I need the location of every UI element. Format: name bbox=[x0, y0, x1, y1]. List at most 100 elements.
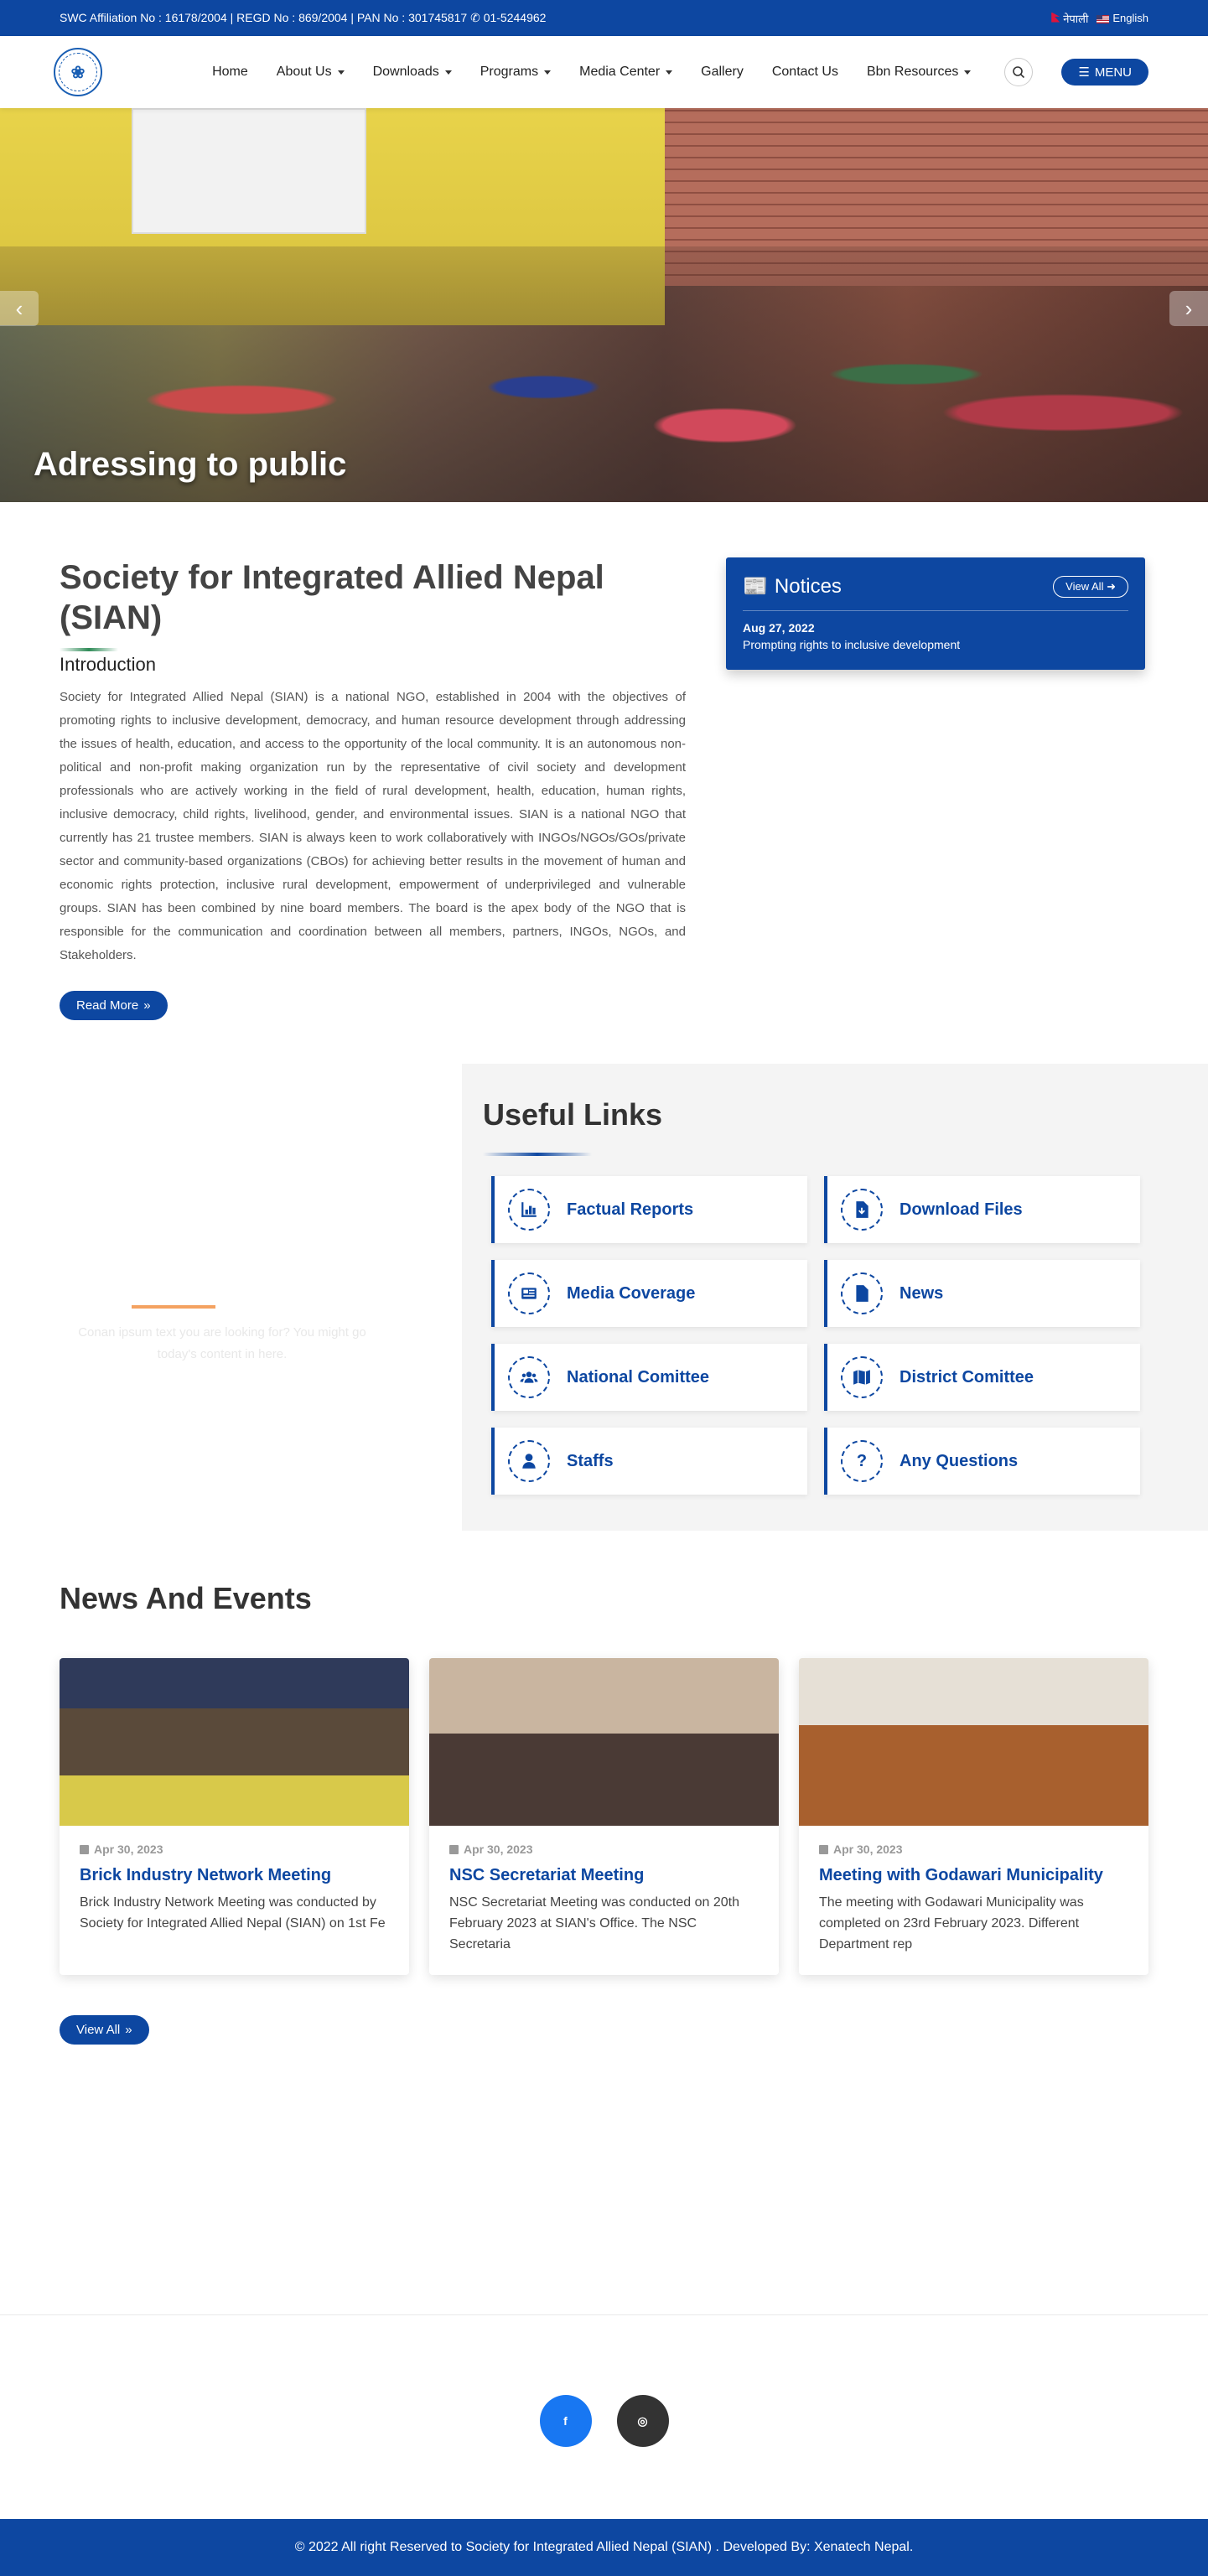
link-label: District Comittee bbox=[900, 1367, 1034, 1386]
social-links: f ◎ bbox=[0, 2395, 1208, 2447]
link-any-questions[interactable]: ? Any Questions bbox=[824, 1428, 1140, 1495]
notices-header: 📰 Notices View All ➜ bbox=[743, 574, 1128, 611]
nav-item-bbn-resources[interactable]: Bbn Resources bbox=[867, 65, 971, 80]
nav-item-about-us[interactable]: About Us bbox=[277, 65, 345, 80]
news-title: News And Events bbox=[60, 1581, 312, 1615]
link-label: Media Coverage bbox=[567, 1283, 696, 1303]
file-download-icon bbox=[841, 1189, 883, 1231]
news-card[interactable]: Apr 30, 2023 NSC Secretariat Meeting NSC… bbox=[429, 1658, 779, 1975]
registration-text: SWC Affiliation No : 16178/2004 | REGD N… bbox=[60, 11, 468, 24]
link-label: Any Questions bbox=[900, 1451, 1019, 1470]
notices-panel: 📰 Notices View All ➜ Aug 27, 2022 Prompt… bbox=[726, 557, 1145, 670]
hero-photo-banner bbox=[132, 108, 366, 234]
notice-item[interactable]: Aug 27, 2022 Prompting rights to inclusi… bbox=[743, 621, 1128, 651]
phone-icon: ✆ bbox=[470, 11, 480, 24]
view-all-label: View All bbox=[76, 2023, 121, 2037]
links-left-panel: Conan ipsum text you are looking for? Yo… bbox=[0, 1064, 462, 1531]
link-label: Staffs bbox=[567, 1451, 614, 1470]
question-icon: ? bbox=[841, 1440, 883, 1482]
nav-item-gallery[interactable]: Gallery bbox=[701, 65, 744, 80]
copyright-text: © 2022 All right Reserved to Society for… bbox=[294, 2540, 914, 2554]
search-button[interactable] bbox=[1004, 58, 1034, 86]
news-excerpt: NSC Secretariat Meeting was conducted on… bbox=[449, 1895, 739, 1951]
useful-links-underline bbox=[483, 1153, 592, 1156]
intro-subtitle: Introduction bbox=[60, 654, 156, 675]
hamburger-icon: ☰ bbox=[1078, 65, 1090, 80]
calendar-icon bbox=[80, 1844, 89, 1854]
menu-button[interactable]: ☰ MENU bbox=[1061, 59, 1148, 86]
intro-body: Society for Integrated Allied Nepal (SIA… bbox=[60, 690, 686, 962]
link-label: Download Files bbox=[900, 1200, 1023, 1219]
nav-item-programs[interactable]: Programs bbox=[480, 65, 551, 80]
news-excerpt: Brick Industry Network Meeting was condu… bbox=[80, 1895, 386, 1931]
language-switcher: नेपाली English bbox=[1051, 11, 1148, 26]
read-more-button[interactable]: Read More » bbox=[60, 991, 168, 1020]
search-icon bbox=[1013, 66, 1025, 79]
notice-date: Aug 27, 2022 bbox=[743, 621, 815, 635]
link-media-coverage[interactable]: Media Coverage bbox=[491, 1260, 807, 1327]
slider-next-button[interactable]: › bbox=[1169, 291, 1208, 326]
double-chevron-right-icon: » bbox=[143, 998, 151, 1013]
instagram-icon: ◎ bbox=[637, 2413, 648, 2428]
link-news[interactable]: News bbox=[824, 1260, 1140, 1327]
link-download-files[interactable]: Download Files bbox=[824, 1176, 1140, 1243]
intro-content: Society for Integrated Allied Nepal (SIA… bbox=[60, 557, 686, 1020]
arrow-right-icon: ➜ bbox=[1107, 579, 1116, 593]
news-excerpt: The meeting with Godawari Municipality w… bbox=[819, 1895, 1084, 1951]
nav-item-contact-us[interactable]: Contact Us bbox=[772, 65, 838, 80]
notices-view-all-button[interactable]: View All ➜ bbox=[1053, 575, 1128, 598]
main-navbar: ❀ Home About Us Downloads Programs Media… bbox=[0, 36, 1208, 108]
hero-slider: Adressing to public ‹ › bbox=[0, 108, 1208, 502]
link-factual-reports[interactable]: Factual Reports bbox=[491, 1176, 807, 1243]
menu-label: MENU bbox=[1094, 65, 1132, 80]
facebook-button[interactable]: f bbox=[539, 2395, 592, 2447]
news-image bbox=[60, 1658, 409, 1826]
notices-title: 📰 Notices bbox=[743, 574, 842, 599]
logo-emblem-icon: ❀ bbox=[70, 63, 86, 82]
slider-prev-button[interactable]: ‹ bbox=[0, 291, 39, 326]
useful-links-title: Useful Links bbox=[483, 1097, 663, 1132]
link-staffs[interactable]: Staffs bbox=[491, 1428, 807, 1495]
link-label: Factual Reports bbox=[567, 1200, 694, 1219]
news-section: News And Events Apr 30, 2023 Brick Indus… bbox=[0, 1531, 1208, 2045]
site-logo[interactable]: ❀ bbox=[54, 48, 102, 96]
placeholder-text: Conan ipsum text you are looking for? Yo… bbox=[78, 1325, 366, 1361]
nav-item-media-center[interactable]: Media Center bbox=[579, 65, 672, 80]
news-card[interactable]: Apr 30, 2023 Meeting with Godawari Munic… bbox=[799, 1658, 1148, 1975]
link-district-comittee[interactable]: District Comittee bbox=[824, 1344, 1140, 1411]
news-date: Apr 30, 2023 bbox=[80, 1843, 389, 1856]
news-headline[interactable]: NSC Secretariat Meeting bbox=[449, 1866, 759, 1885]
site-footer: © 2022 All right Reserved to Society for… bbox=[0, 2519, 1208, 2576]
intro-section: Society for Integrated Allied Nepal (SIA… bbox=[0, 502, 1208, 1020]
newspaper-icon bbox=[508, 1272, 550, 1314]
lang-english[interactable]: English bbox=[1097, 12, 1148, 24]
users-icon bbox=[508, 1356, 550, 1398]
registration-info: SWC Affiliation No : 16178/2004 | REGD N… bbox=[60, 11, 546, 25]
link-label: National Comittee bbox=[567, 1367, 710, 1386]
news-headline[interactable]: Brick Industry Network Meeting bbox=[80, 1866, 389, 1885]
news-cards: Apr 30, 2023 Brick Industry Network Meet… bbox=[60, 1658, 1148, 1975]
notices-title-text: Notices bbox=[774, 574, 842, 598]
lang-nepali[interactable]: नेपाली bbox=[1051, 11, 1088, 26]
read-more-label: Read More bbox=[76, 998, 139, 1013]
instagram-button[interactable]: ◎ bbox=[616, 2395, 669, 2447]
title-underline bbox=[60, 648, 118, 651]
nav-menu: Home About Us Downloads Programs Media C… bbox=[212, 58, 1148, 86]
nav-item-downloads[interactable]: Downloads bbox=[373, 65, 452, 80]
useful-links-section: Conan ipsum text you are looking for? Yo… bbox=[0, 1064, 1208, 1531]
chart-icon bbox=[508, 1189, 550, 1231]
news-view-all-button[interactable]: View All » bbox=[60, 2015, 149, 2045]
chevron-left-icon: ‹ bbox=[15, 295, 23, 321]
facebook-icon: f bbox=[563, 2414, 568, 2428]
notice-text: Prompting rights to inclusive developmen… bbox=[743, 638, 961, 651]
news-card[interactable]: Apr 30, 2023 Brick Industry Network Meet… bbox=[60, 1658, 409, 1975]
news-headline[interactable]: Meeting with Godawari Municipality bbox=[819, 1866, 1128, 1885]
link-national-comittee[interactable]: National Comittee bbox=[491, 1344, 807, 1411]
phone-number[interactable]: 01-5244962 bbox=[484, 11, 547, 24]
us-flag-icon bbox=[1097, 14, 1110, 23]
hero-caption: Adressing to public bbox=[34, 446, 347, 483]
double-chevron-right-icon: » bbox=[125, 2023, 132, 2037]
nav-item-home[interactable]: Home bbox=[212, 65, 248, 80]
org-title: Society for Integrated Allied Nepal (SIA… bbox=[60, 559, 604, 636]
nepal-flag-icon bbox=[1051, 12, 1060, 23]
